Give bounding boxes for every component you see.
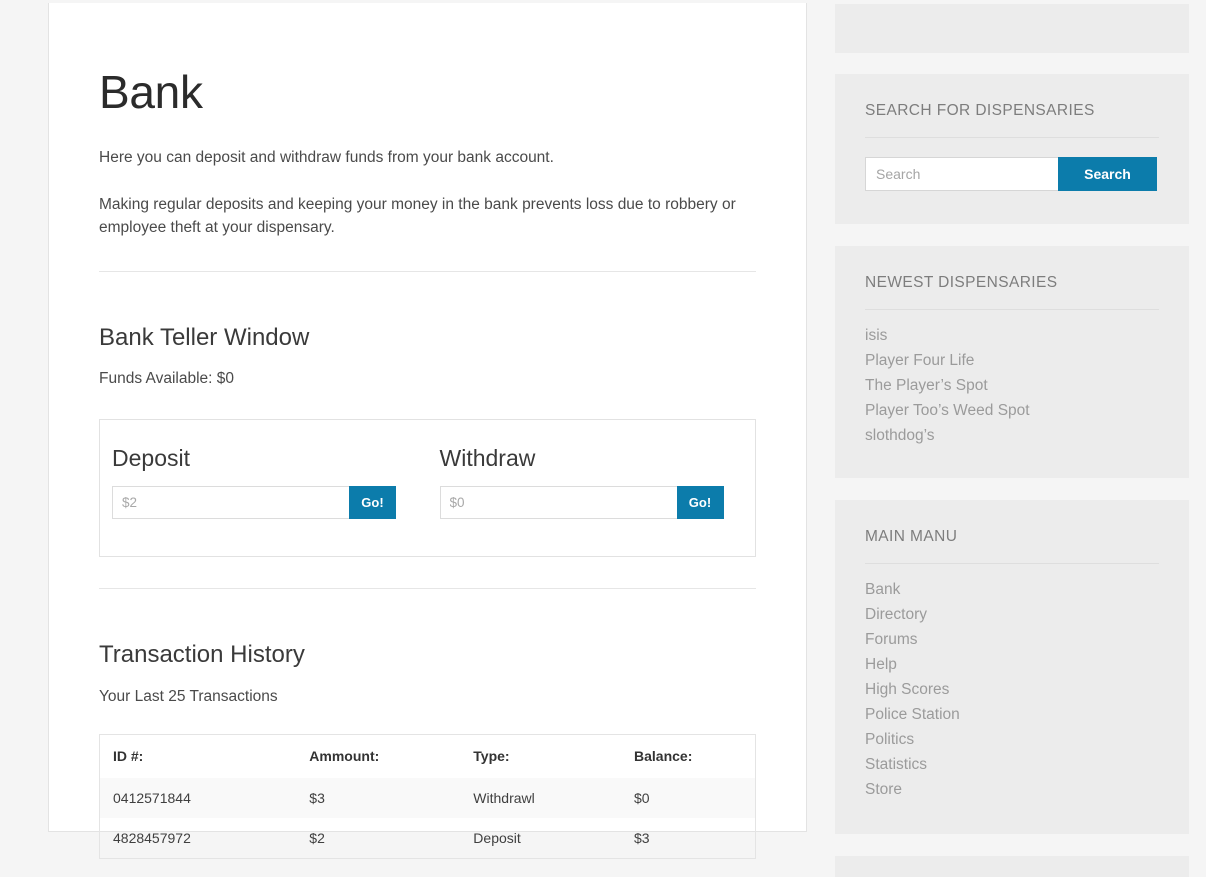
cell-id: 0412571844 bbox=[99, 777, 297, 818]
sidebar-widget-recent-transactions: Recent Transactions bbox=[835, 856, 1189, 877]
sidebar-item-statistics[interactable]: Statistics bbox=[865, 752, 1159, 777]
sidebar-item-forums[interactable]: Forums bbox=[865, 627, 1159, 652]
search-widget-title: Search for Dispensaries bbox=[865, 102, 1159, 138]
sidebar-widget-empty bbox=[835, 4, 1189, 53]
teller-heading: Bank Teller Window bbox=[99, 323, 310, 351]
list-item[interactable]: The Player’s Spot bbox=[865, 373, 1159, 398]
cell-balance: $0 bbox=[621, 777, 756, 818]
search-input[interactable] bbox=[865, 157, 1058, 191]
sidebar-item-directory[interactable]: Directory bbox=[865, 602, 1159, 627]
table-row: 4828457972 $2 Deposit $3 bbox=[100, 818, 756, 859]
section-divider-top bbox=[99, 270, 756, 272]
search-input-group: Search bbox=[865, 157, 1157, 191]
cell-balance: $3 bbox=[634, 829, 650, 846]
deposit-label: Deposit bbox=[112, 445, 190, 472]
cell-amount: $2 bbox=[309, 829, 325, 846]
cell-amount: $3 bbox=[296, 777, 461, 818]
transaction-table-head: ID #: Ammount: Type: Balance: bbox=[100, 735, 756, 778]
column-header-balance: Balance: bbox=[634, 748, 693, 765]
sidebar-widget-newest-dispensaries: Newest Dispensaries isis Player Four Lif… bbox=[835, 246, 1189, 478]
page-root: Bank Here you can deposit and withdraw f… bbox=[0, 0, 1206, 877]
column-header-amount: Ammount: bbox=[309, 748, 380, 765]
withdraw-input[interactable] bbox=[439, 485, 677, 519]
page-title: Bank bbox=[99, 66, 203, 118]
newest-dispensaries-list: isis Player Four Life The Player’s Spot … bbox=[865, 323, 1159, 448]
intro-paragraph-2: Making regular deposits and keeping your… bbox=[99, 196, 736, 237]
newest-widget-title: Newest Dispensaries bbox=[865, 274, 1159, 310]
table-header-row: ID #: Ammount: Type: Balance: bbox=[100, 735, 756, 778]
sidebar-item-store[interactable]: Store bbox=[865, 777, 1159, 802]
sidebar-item-high-scores[interactable]: High Scores bbox=[865, 677, 1159, 702]
withdraw-go-button[interactable]: Go! bbox=[676, 485, 724, 519]
list-item[interactable]: isis bbox=[865, 323, 1159, 348]
transaction-subtitle: Your Last 25 Transactions bbox=[99, 688, 278, 706]
sidebar-item-police-station[interactable]: Police Station bbox=[865, 702, 1159, 727]
deposit-column: Deposit Go! bbox=[100, 446, 428, 556]
sidebar-item-help[interactable]: Help bbox=[865, 652, 1159, 677]
list-item[interactable]: slothdog’s bbox=[865, 423, 1159, 448]
list-item[interactable]: Player Too’s Weed Spot bbox=[865, 398, 1159, 423]
section-divider-bottom bbox=[99, 588, 756, 590]
list-item[interactable]: Player Four Life bbox=[865, 348, 1159, 373]
deposit-input-group: Go! bbox=[112, 485, 396, 519]
content-inner: Bank Here you can deposit and withdraw f… bbox=[49, 3, 806, 859]
table-row: 0412571844 $3 Withdrawl $0 bbox=[99, 777, 756, 818]
transaction-table: ID #: Ammount: Type: Balance: 0412571844… bbox=[99, 734, 756, 859]
transaction-table-body: 0412571844 $3 Withdrawl $0 4828457972 $2… bbox=[99, 777, 756, 859]
search-button[interactable]: Search bbox=[1058, 157, 1157, 191]
cell-id: 4828457972 bbox=[113, 829, 191, 846]
withdraw-label: Withdraw bbox=[439, 445, 536, 472]
main-menu-list: Bank Directory Forums Help High Scores P… bbox=[865, 577, 1159, 802]
teller-window-box: Deposit Go! Withdraw Go! bbox=[99, 419, 756, 558]
deposit-input[interactable] bbox=[112, 485, 349, 519]
column-header-type: Type: bbox=[473, 748, 510, 765]
sidebar-widget-search: Search for Dispensaries Search bbox=[835, 74, 1189, 224]
column-header-id: ID #: bbox=[113, 748, 144, 765]
cell-type: Withdrawl bbox=[460, 777, 622, 818]
withdraw-input-group: Go! bbox=[439, 485, 724, 519]
cell-type: Deposit bbox=[473, 829, 521, 846]
deposit-go-button[interactable]: Go! bbox=[349, 485, 396, 519]
main-menu-title: Main Manu bbox=[865, 528, 1159, 564]
withdraw-column: Withdraw Go! bbox=[428, 446, 756, 556]
sidebar-widget-main-menu: Main Manu Bank Directory Forums Help Hig… bbox=[835, 500, 1189, 834]
sidebar-item-politics[interactable]: Politics bbox=[865, 727, 1159, 752]
transaction-history-heading: Transaction History bbox=[99, 641, 305, 669]
sidebar: Search for Dispensaries Search Newest Di… bbox=[835, 0, 1189, 877]
main-content-card: Bank Here you can deposit and withdraw f… bbox=[48, 3, 807, 859]
intro-paragraph-1: Here you can deposit and withdraw funds … bbox=[99, 148, 554, 166]
funds-available-text: Funds Available: $0 bbox=[99, 370, 235, 388]
sidebar-item-bank[interactable]: Bank bbox=[865, 577, 1159, 602]
